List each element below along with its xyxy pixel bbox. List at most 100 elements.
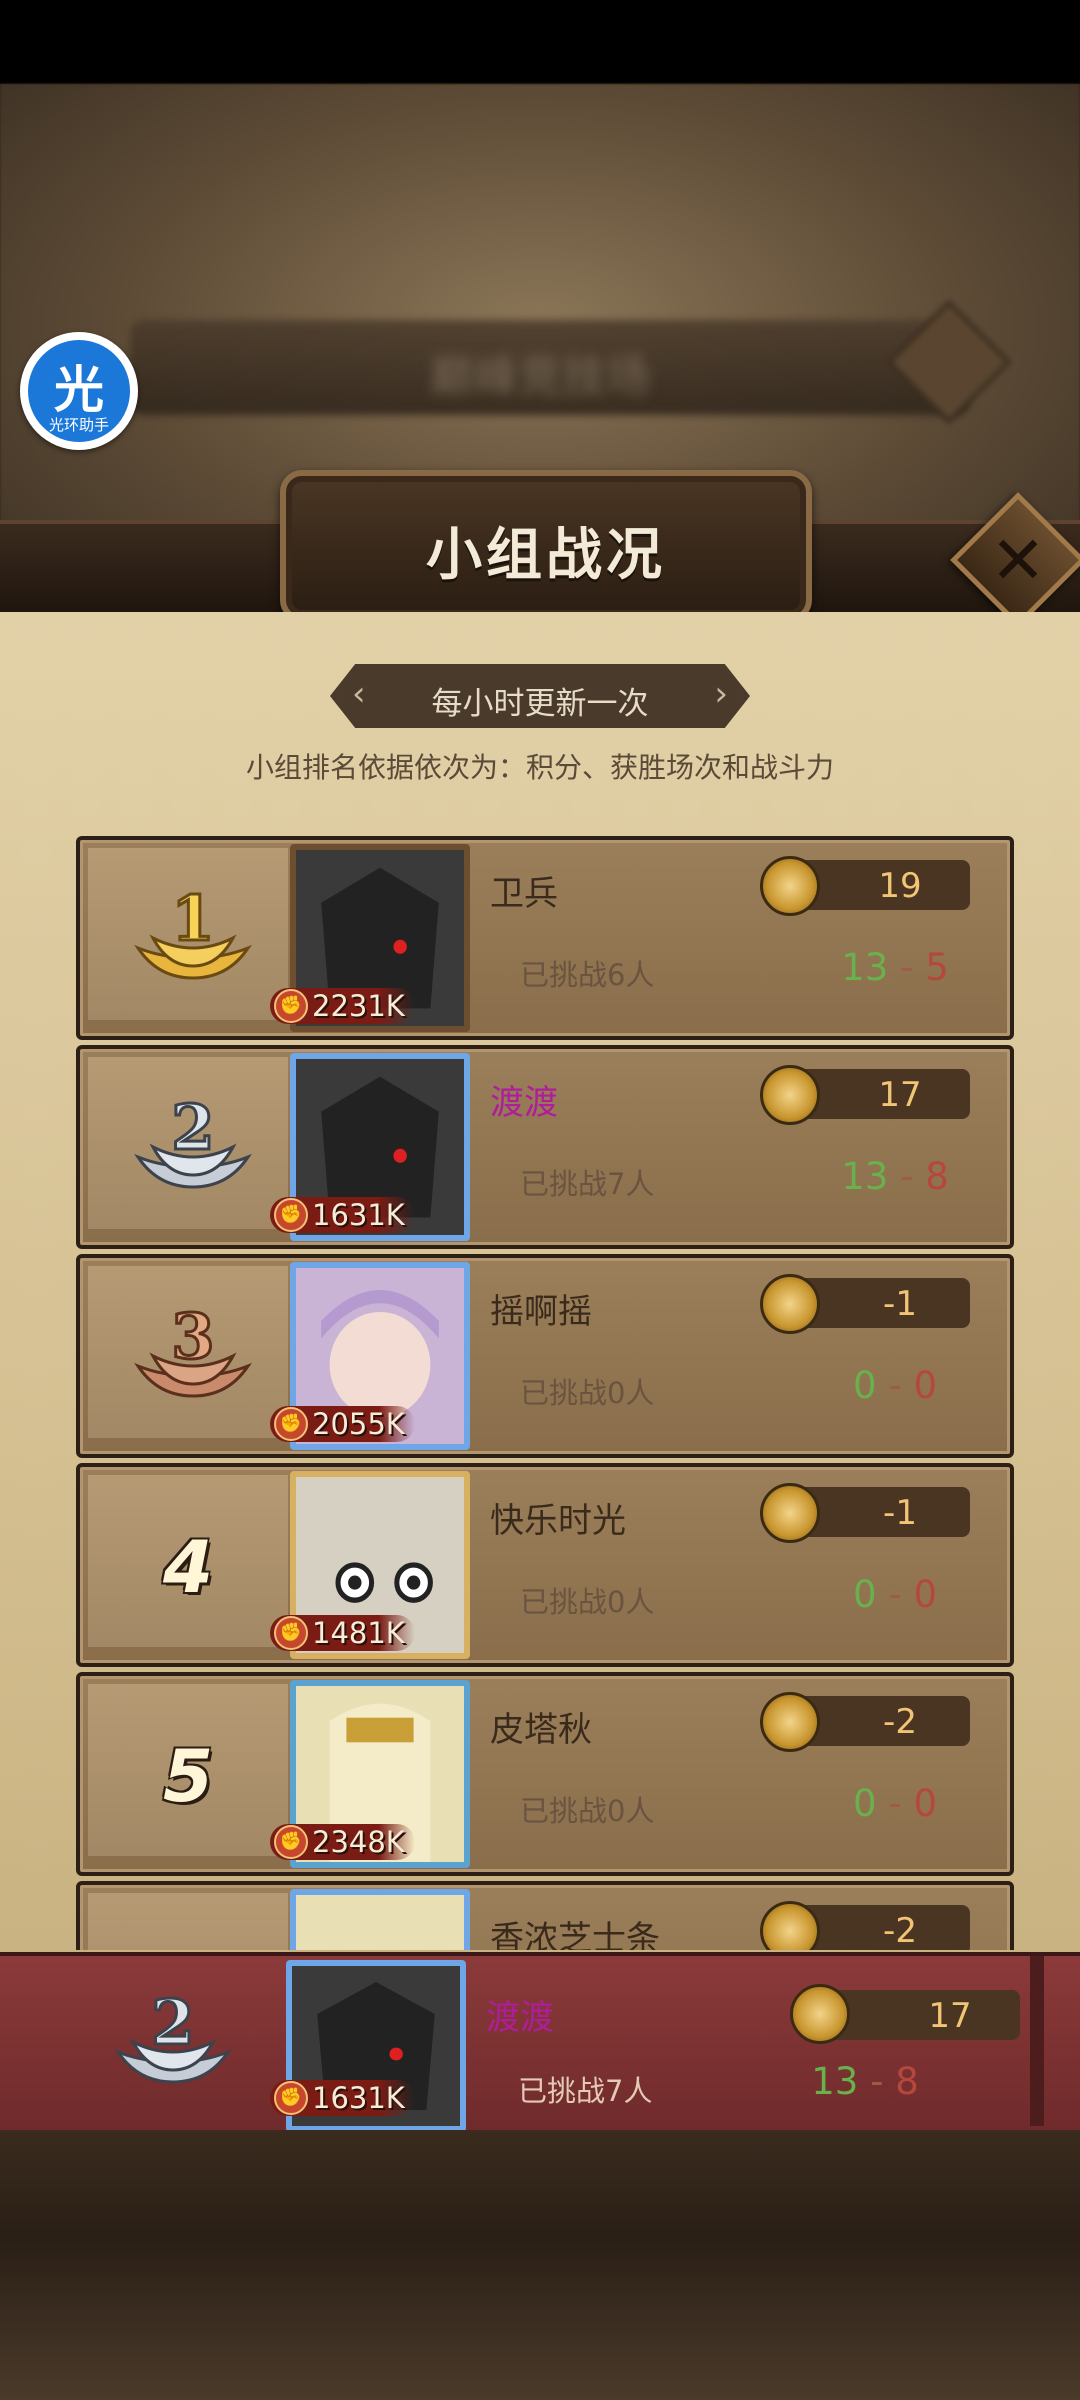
score-value: -1	[883, 1493, 917, 1533]
page-title: 小组战况	[426, 523, 666, 588]
player-name: 皮塔秋	[490, 1710, 592, 1750]
update-notice: 每小时更新一次	[431, 686, 649, 722]
rank-cell: 1	[88, 848, 288, 1020]
combat-power: 2055K	[312, 1407, 405, 1441]
rank-cell: 2	[68, 1956, 268, 2134]
challenged-count: 已挑战0人	[520, 1794, 655, 1828]
challenged-count: 已挑战7人	[520, 1167, 655, 1201]
title-plate: 小组战况	[280, 470, 812, 622]
win-loss: 13 - 5	[841, 946, 949, 989]
win-loss: 13 - 8	[841, 1155, 949, 1198]
bronze-medal-icon: 3	[134, 1299, 252, 1398]
player-name: 卫兵	[490, 874, 558, 914]
rank-number: 2	[151, 1986, 194, 2059]
wins: 13	[841, 1155, 889, 1198]
combat-power: 1631K	[312, 2081, 405, 2115]
status-bar	[0, 0, 1080, 84]
player-avatar[interactable]	[290, 1889, 470, 1950]
rank-number: 2	[171, 1091, 214, 1164]
win-loss: 13 - 8	[811, 2060, 919, 2103]
fist-icon: ✊	[274, 1198, 308, 1232]
bottom-background	[0, 2130, 1080, 2400]
score-value: 17	[878, 1075, 922, 1115]
player-name: 渡渡	[486, 1998, 554, 2038]
gold-medal-icon: 1	[134, 881, 252, 980]
fist-icon: ✊	[274, 2081, 308, 2115]
ranking-row[interactable]: 4 ✊ 1481K 快乐时光 -1 已挑战0人 0 - 0	[76, 1463, 1014, 1667]
silver-medal-icon: 2	[134, 1090, 252, 1189]
update-notice-bar: ‹ 每小时更新一次 ›	[330, 664, 750, 728]
losses: 8	[925, 1155, 949, 1198]
combat-power-badge: ✊ 2055K	[270, 1406, 415, 1442]
player-name: 渡渡	[490, 1083, 558, 1123]
ranking-row[interactable]: 3 ✊ 2055K 摇啊摇 -1 已挑战0人 0 - 0	[76, 1254, 1014, 1458]
combat-power: 2348K	[312, 1825, 405, 1859]
challenged-count: 已挑战0人	[520, 1585, 655, 1619]
chevron-right-icon: ›	[714, 674, 728, 714]
rank-cell: 5	[88, 1684, 288, 1856]
rank-number: 5	[162, 1734, 214, 1818]
losses: 8	[895, 2060, 919, 2103]
blurred-arena-title: 巅峰竞技场	[430, 351, 650, 402]
combat-power-badge: ✊ 2231K	[270, 988, 415, 1024]
player-name: 香浓芝士条	[490, 1919, 660, 1950]
badge-char: 光	[54, 361, 104, 419]
score-medal-icon	[790, 1984, 850, 2044]
ranking-row[interactable]: 2 ✊ 1631K 渡渡 17 已挑战7人 13 - 8	[76, 1045, 1014, 1249]
rank-cell: 6	[88, 1893, 288, 1950]
fist-icon: ✊	[274, 1407, 308, 1441]
score-value: -1	[883, 1284, 917, 1324]
badge-label: 光环助手	[48, 416, 109, 434]
rank-cell: 3	[88, 1266, 288, 1438]
rank-number: 1	[171, 882, 214, 955]
combat-power-badge: ✊ 1481K	[270, 1615, 415, 1651]
win-loss: 0 - 0	[853, 1364, 937, 1407]
losses: 0	[913, 1782, 937, 1825]
ranking-list[interactable]: 1 ✊ 2231K 卫兵 19 已挑战6人 13 - 5 2 ✊ 1631K 渡…	[0, 820, 1080, 1950]
wins: 0	[853, 1782, 877, 1825]
combat-power: 2231K	[312, 989, 405, 1023]
ranking-rule: 小组排名依据依次为：积分、获胜场次和战斗力	[245, 751, 834, 784]
score-medal-icon	[760, 1274, 820, 1334]
score-value: 17	[928, 1996, 972, 2036]
score-medal-icon	[760, 1692, 820, 1752]
wins: 0	[853, 1364, 877, 1407]
combat-power-badge: ✊ 1631K	[270, 2080, 415, 2116]
score-value: -2	[883, 1702, 917, 1742]
assistant-floating-badge[interactable]: 光 光环助手	[20, 332, 138, 450]
player-name: 快乐时光	[490, 1501, 626, 1541]
win-loss: 0 - 0	[853, 1782, 937, 1825]
score-medal-icon	[760, 1483, 820, 1543]
losses: 5	[925, 946, 949, 989]
scroll-indicator	[1030, 1956, 1044, 2126]
challenged-count: 已挑战7人	[518, 2074, 653, 2108]
wins: 13	[841, 946, 889, 989]
win-loss: 0 - 0	[853, 1573, 937, 1616]
assistant-badge-icon: 光 光环助手	[28, 340, 130, 442]
rank-number: 4	[162, 1525, 214, 1609]
wins: 0	[853, 1573, 877, 1616]
combat-power-badge: ✊ 2348K	[270, 1824, 415, 1860]
ranking-row[interactable]: 1 ✊ 2231K 卫兵 19 已挑战6人 13 - 5	[76, 836, 1014, 1040]
score-medal-icon	[760, 1065, 820, 1125]
score-value: 19	[878, 866, 922, 906]
losses: 0	[913, 1364, 937, 1407]
losses: 0	[913, 1573, 937, 1616]
rank-number: 3	[171, 1300, 214, 1373]
player-name: 摇啊摇	[490, 1292, 592, 1332]
ranking-row[interactable]: 5 ✊ 2348K 皮塔秋 -2 已挑战0人 0 - 0	[76, 1672, 1014, 1876]
score-value: -2	[883, 1911, 917, 1950]
score-medal-icon	[760, 856, 820, 916]
challenged-count: 已挑战6人	[520, 958, 655, 992]
challenged-count: 已挑战0人	[520, 1376, 655, 1410]
rank-cell: 2	[88, 1057, 288, 1229]
ranking-row[interactable]: 6 香浓芝士条 -2	[76, 1881, 1014, 1950]
fist-icon: ✊	[274, 1616, 308, 1650]
combat-power: 1631K	[312, 1198, 405, 1232]
fist-icon: ✊	[274, 1825, 308, 1859]
avatar-portrait-icon	[296, 1895, 464, 1950]
my-rank-bar[interactable]: 2 ✊ 1631K 渡渡 17 已挑战7人 13 - 8	[0, 1952, 1080, 2138]
score-box: 17	[830, 1990, 1020, 2040]
silver-medal-icon: 2	[114, 1985, 232, 2084]
fist-icon: ✊	[274, 989, 308, 1023]
